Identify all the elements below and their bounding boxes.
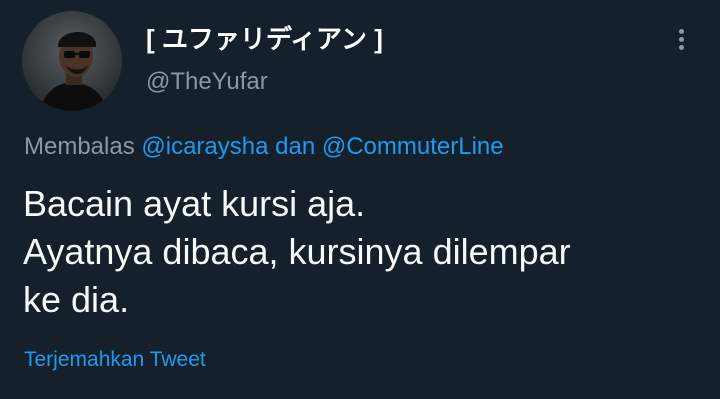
more-vertical-icon-dot xyxy=(679,45,684,50)
tweet-text-line: Bacain ayat kursi aja. xyxy=(23,183,366,224)
tweet-text-line: ke dia. xyxy=(23,279,130,320)
tweet-text-line: Ayatnya dibaca, kursinya dilempar xyxy=(23,231,571,272)
more-vertical-icon xyxy=(679,29,684,34)
replying-to-prefix: Membalas xyxy=(24,133,135,160)
translate-tweet-link[interactable]: Terjemahkan Tweet xyxy=(24,346,206,374)
user-handle[interactable]: @TheYufar xyxy=(146,67,268,97)
more-options-button[interactable] xyxy=(668,20,696,58)
mention-link-icaraysha[interactable]: @icaraysha xyxy=(141,133,268,160)
tweet-card: [ ユファリディアン ] @TheYufar Membalas @icarays… xyxy=(0,0,720,399)
more-vertical-icon-dot xyxy=(679,37,684,42)
tweet-text: Bacain ayat kursi aja. Ayatnya dibaca, k… xyxy=(23,180,703,324)
replying-to: Membalas @icaraysha dan @CommuterLine xyxy=(24,132,504,162)
profile-photo-icon xyxy=(22,11,122,111)
mention-link-commuterline[interactable]: @CommuterLine xyxy=(322,133,504,160)
display-name[interactable]: [ ユファリディアン ] xyxy=(146,24,383,54)
avatar[interactable] xyxy=(22,11,122,111)
replying-to-conjunction: dan xyxy=(275,133,316,160)
